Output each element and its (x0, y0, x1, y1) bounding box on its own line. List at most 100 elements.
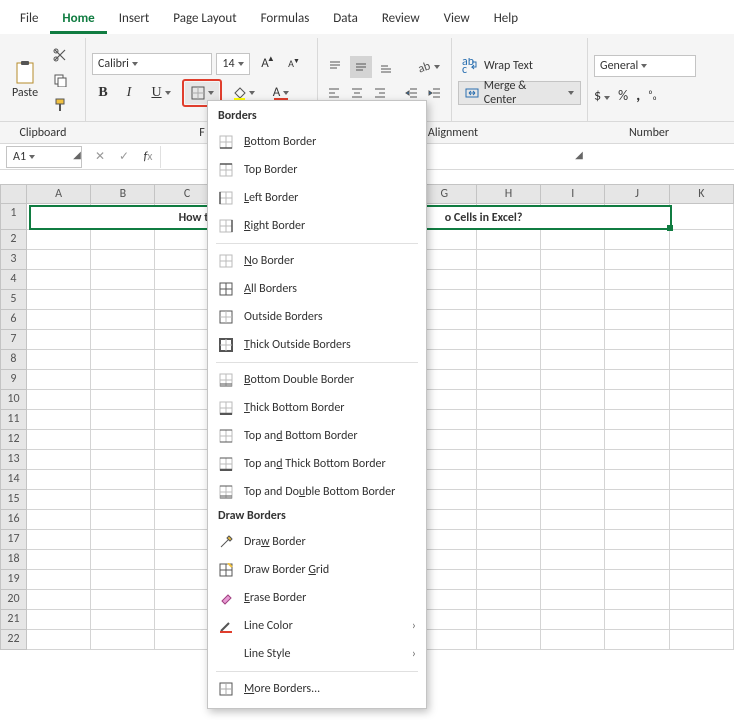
cell[interactable] (27, 410, 91, 430)
cell[interactable] (670, 470, 734, 490)
row-header[interactable]: 22 (0, 630, 27, 650)
cell[interactable] (477, 350, 541, 370)
format-painter-button[interactable] (49, 94, 71, 116)
col-header[interactable]: K (670, 184, 734, 204)
font-name-combo[interactable]: Calibri (92, 53, 212, 75)
cell[interactable] (541, 470, 605, 490)
cell[interactable] (91, 330, 155, 350)
cell[interactable] (477, 330, 541, 350)
cell[interactable] (27, 390, 91, 410)
cell[interactable] (477, 310, 541, 330)
cell[interactable] (605, 430, 669, 450)
cell[interactable] (27, 490, 91, 510)
cell[interactable] (477, 410, 541, 430)
menu-none[interactable]: No Border (208, 247, 426, 275)
row-header[interactable]: 16 (0, 510, 27, 530)
tab-help[interactable]: Help (482, 6, 530, 34)
cell[interactable] (477, 590, 541, 610)
row-header[interactable]: 21 (0, 610, 27, 630)
cell[interactable] (27, 350, 91, 370)
cell[interactable] (541, 230, 605, 250)
paste-button[interactable]: Paste (10, 59, 40, 101)
cell[interactable] (541, 550, 605, 570)
cell[interactable] (477, 270, 541, 290)
row-header[interactable]: 8 (0, 350, 27, 370)
cell[interactable] (605, 550, 669, 570)
cell[interactable] (605, 470, 669, 490)
tab-insert[interactable]: Insert (107, 6, 162, 34)
select-all-corner[interactable] (0, 184, 27, 204)
cell[interactable] (670, 590, 734, 610)
cell[interactable] (605, 450, 669, 470)
tab-home[interactable]: Home (50, 6, 106, 34)
cell[interactable] (541, 430, 605, 450)
row-header[interactable]: 2 (0, 230, 27, 250)
cell[interactable] (477, 250, 541, 270)
cell[interactable] (477, 390, 541, 410)
cell[interactable] (477, 510, 541, 530)
row-header[interactable]: 5 (0, 290, 27, 310)
row-header[interactable]: 7 (0, 330, 27, 350)
cell[interactable] (670, 410, 734, 430)
cell[interactable] (27, 530, 91, 550)
cell[interactable] (541, 350, 605, 370)
menu-thickbottom[interactable]: Thick Bottom Border (208, 394, 426, 422)
cell[interactable] (91, 370, 155, 390)
cell[interactable] (670, 350, 734, 370)
cell[interactable] (541, 490, 605, 510)
menu-grid[interactable]: Draw Border Grid (208, 556, 426, 584)
grow-font-button[interactable]: A▲ (254, 53, 276, 75)
cell[interactable] (605, 330, 669, 350)
cell[interactable] (541, 330, 605, 350)
col-header[interactable]: J (605, 184, 669, 204)
row-header[interactable]: 1 (0, 204, 27, 230)
cell[interactable] (91, 430, 155, 450)
cell[interactable] (605, 310, 669, 330)
cell[interactable] (91, 390, 155, 410)
cell[interactable] (27, 630, 91, 650)
cell[interactable] (27, 450, 91, 470)
cell[interactable] (605, 230, 669, 250)
row-header[interactable]: 12 (0, 430, 27, 450)
cell[interactable] (91, 490, 155, 510)
col-header[interactable]: I (541, 184, 605, 204)
menu-left[interactable]: Left Border (208, 184, 426, 212)
cell[interactable] (541, 310, 605, 330)
bold-button[interactable]: B (92, 82, 114, 104)
cell[interactable] (670, 330, 734, 350)
cell[interactable] (605, 630, 669, 650)
cell[interactable] (670, 510, 734, 530)
cell[interactable] (670, 290, 734, 310)
align-middle-button[interactable] (350, 56, 372, 78)
wrap-text-button[interactable]: abc Wrap Text (458, 55, 537, 77)
menu-all[interactable]: All Borders (208, 275, 426, 303)
cell[interactable] (541, 410, 605, 430)
cell[interactable] (605, 590, 669, 610)
row-header[interactable]: 17 (0, 530, 27, 550)
orientation-button[interactable]: ab (411, 56, 445, 78)
cell[interactable] (670, 230, 734, 250)
row-header[interactable]: 9 (0, 370, 27, 390)
menu-top[interactable]: Top Border (208, 156, 426, 184)
cell[interactable] (670, 550, 734, 570)
cell[interactable] (605, 350, 669, 370)
cell[interactable] (477, 630, 541, 650)
cell[interactable] (605, 570, 669, 590)
cell[interactable] (670, 530, 734, 550)
cell[interactable] (605, 370, 669, 390)
menu-draw[interactable]: Draw Border (208, 528, 426, 556)
cell[interactable] (27, 550, 91, 570)
cell[interactable] (27, 590, 91, 610)
cell[interactable] (670, 490, 734, 510)
col-header[interactable]: H (477, 184, 541, 204)
underline-button[interactable]: U (144, 82, 178, 104)
cell[interactable] (541, 290, 605, 310)
menu-erase[interactable]: Erase Border (208, 584, 426, 612)
tab-file[interactable]: File (8, 6, 50, 34)
cell[interactable] (27, 310, 91, 330)
cell[interactable] (91, 550, 155, 570)
menu-color[interactable]: Line Color› (208, 612, 426, 640)
copy-button[interactable] (49, 69, 71, 91)
cell[interactable] (605, 530, 669, 550)
cell[interactable] (670, 270, 734, 290)
